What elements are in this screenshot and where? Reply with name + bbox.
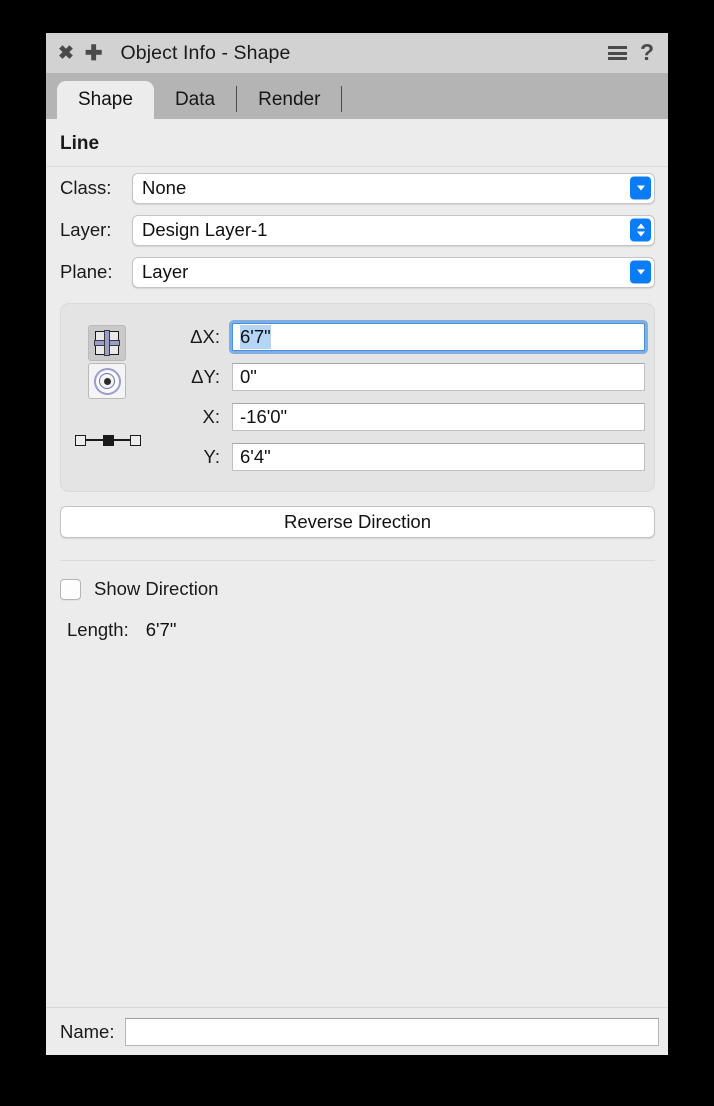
hamburger-menu-icon[interactable] <box>607 46 627 60</box>
datum-endpoint-right[interactable] <box>130 435 141 446</box>
plane-value: Layer <box>142 261 189 282</box>
close-icon[interactable]: ✖ <box>58 44 74 63</box>
name-input[interactable] <box>124 1017 659 1046</box>
plane-dropdown[interactable]: Layer <box>132 256 655 288</box>
datum-endpoint-left[interactable] <box>75 435 86 446</box>
length-value: 6'7" <box>145 619 177 640</box>
show-direction-checkbox[interactable] <box>60 578 81 600</box>
name-label: Name: <box>60 1020 115 1042</box>
y-row: Y: 6'4" <box>156 437 645 477</box>
delta-y-input[interactable]: 0" <box>232 363 645 391</box>
delta-x-row: ΔX: 6'7" <box>156 317 645 357</box>
x-row: X: -16'0" <box>156 397 645 437</box>
name-footer: Name: <box>46 1007 668 1055</box>
layer-dropdown[interactable]: Design Layer-1 <box>132 214 655 246</box>
chevron-down-icon[interactable] <box>630 176 651 200</box>
delta-x-value: 6'7" <box>240 325 271 349</box>
shape-tab-content: Line Class: None Layer: Design Layer-1 P… <box>46 119 668 1007</box>
x-input[interactable]: -16'0" <box>232 403 645 431</box>
chevron-down-icon[interactable] <box>630 260 651 284</box>
length-row: Length: 6'7" <box>46 600 668 641</box>
tab-bar: Shape Data Render <box>46 73 668 119</box>
tab-render[interactable]: Render <box>237 81 341 119</box>
layer-label: Layer: <box>60 219 112 240</box>
chevron-up-down-icon[interactable] <box>630 218 651 242</box>
plane-row: Plane: Layer <box>46 251 668 293</box>
line-midpoint-datum-icon[interactable] <box>75 432 141 448</box>
class-row: Class: None <box>46 167 668 209</box>
object-info-panel: ✖ ✚ Object Info - Shape ? Shape Data Ren… <box>46 33 668 1055</box>
panel-title: Object Info - Shape <box>120 41 291 64</box>
show-direction-row[interactable]: Show Direction <box>46 561 668 600</box>
delta-y-label: ΔY: <box>191 366 220 387</box>
y-input[interactable]: 6'4" <box>232 443 645 471</box>
tab-separator <box>341 86 343 112</box>
center-target-glyph <box>93 367 121 395</box>
layer-row: Layer: Design Layer-1 <box>46 209 668 251</box>
grid-quadrant-glyph <box>94 330 120 356</box>
tab-shape[interactable]: Shape <box>57 81 154 119</box>
length-label: Length: <box>67 619 129 640</box>
question-mark-icon[interactable]: ? <box>640 40 654 64</box>
tab-data[interactable]: Data <box>154 81 236 119</box>
y-label: Y: <box>203 446 220 467</box>
panel-titlebar: ✖ ✚ Object Info - Shape ? <box>46 33 668 73</box>
plus-icon[interactable]: ✚ <box>85 43 103 64</box>
class-dropdown[interactable]: None <box>132 172 655 204</box>
reverse-direction-button[interactable]: Reverse Direction <box>60 506 655 538</box>
datum-midpoint[interactable] <box>103 435 114 446</box>
x-value: -16'0" <box>240 406 288 427</box>
x-label: X: <box>202 406 220 427</box>
show-direction-label: Show Direction <box>94 578 219 599</box>
center-target-icon[interactable] <box>88 363 126 399</box>
coordinates-group: ΔX: 6'7" ΔY: 0" X: -16'0" Y: 6'4" <box>60 303 655 492</box>
section-title: Line <box>60 133 100 154</box>
layer-value: Design Layer-1 <box>142 219 268 240</box>
y-value: 6'4" <box>240 446 271 467</box>
delta-x-label: ΔX: <box>190 326 220 347</box>
plane-label: Plane: <box>60 261 113 282</box>
delta-y-value: 0" <box>240 366 257 387</box>
titlebar-actions: ? <box>607 40 654 65</box>
delta-y-row: ΔY: 0" <box>156 357 645 397</box>
class-label: Class: <box>60 177 112 198</box>
delta-x-input[interactable]: 6'7" <box>232 323 645 351</box>
grid-quadrant-icon[interactable] <box>88 325 126 361</box>
class-value: None <box>142 177 187 198</box>
coordinate-fields: ΔX: 6'7" ΔY: 0" X: -16'0" Y: 6'4" <box>156 317 645 477</box>
